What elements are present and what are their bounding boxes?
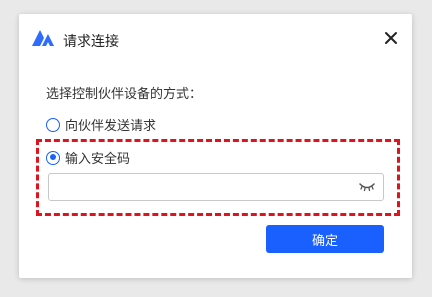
- option-send-request-label: 向伙伴发送请求: [65, 119, 157, 134]
- confirm-button[interactable]: 确定: [266, 225, 384, 253]
- request-connection-dialog: 请求连接 选择控制伙伴设备的方式： 向伙伴发送请求 输入安全码 确定: [19, 14, 412, 278]
- radio-enter-security-code[interactable]: [46, 150, 60, 165]
- option-enter-security-code[interactable]: 输入安全码: [46, 148, 130, 167]
- method-prompt: 选择控制伙伴设备的方式：: [46, 87, 203, 102]
- radio-send-request[interactable]: [46, 117, 60, 132]
- option-enter-security-code-label: 输入安全码: [65, 152, 131, 167]
- eye-closed-icon[interactable]: [359, 181, 375, 193]
- security-code-input[interactable]: [48, 173, 384, 201]
- app-logo-icon: [32, 30, 54, 46]
- close-icon[interactable]: [382, 29, 400, 47]
- dialog-title: 请求连接: [63, 34, 119, 50]
- option-send-request[interactable]: 向伙伴发送请求: [46, 115, 156, 134]
